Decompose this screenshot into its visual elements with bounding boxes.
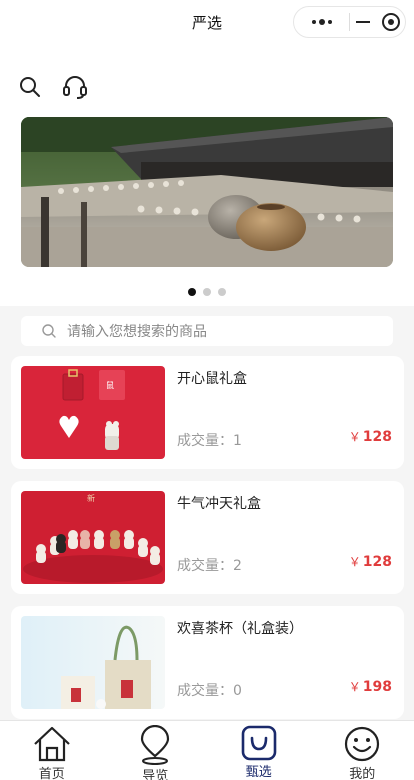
svg-text:新: 新 [87, 493, 95, 503]
more-dots-icon [311, 19, 332, 25]
location-pin-icon [135, 725, 175, 765]
search-placeholder: 请输入您想搜索的商品 [67, 324, 207, 340]
headset-icon [63, 76, 87, 99]
tab-label: 甄选 [245, 765, 272, 780]
product-card[interactable]: 鼠 开心鼠礼盒 成交量：1 ￥ 128 [11, 356, 404, 469]
more-button[interactable] [294, 7, 349, 37]
tab-label: 我的 [349, 767, 376, 780]
product-card[interactable]: 新 牛气冲天礼盒 成交量：2 ￥ 128 [11, 481, 404, 594]
tab-label: 导览 [142, 769, 169, 780]
home-icon [32, 725, 72, 763]
tab-label: 首页 [38, 767, 65, 780]
product-image [21, 616, 165, 709]
tab-select[interactable]: 甄选 [207, 721, 311, 780]
header-section [0, 44, 414, 306]
product-sales: 成交量：1 [177, 433, 242, 449]
page-title: 严选 [191, 13, 222, 32]
shopping-bag-icon [239, 725, 279, 761]
product-sales: 成交量：0 [177, 683, 242, 699]
product-price: ￥ 198 [348, 679, 392, 695]
target-circle-icon [381, 13, 400, 31]
product-card[interactable]: 欢喜茶杯（礼盒装） 成交量：0 ￥ 198 [11, 606, 404, 719]
search-icon [42, 324, 56, 338]
tab-guide[interactable]: 导览 [104, 721, 208, 780]
minus-icon [355, 21, 370, 23]
smiley-face-icon [342, 725, 382, 763]
product-price: ￥ 128 [348, 429, 392, 445]
product-sales: 成交量：2 [177, 558, 242, 574]
indicator-dot[interactable] [188, 288, 196, 296]
tab-bar: 首页 导览 甄选 我的 [0, 720, 414, 780]
product-image: 新 [21, 491, 165, 584]
tab-mine[interactable]: 我的 [311, 721, 414, 780]
close-button[interactable] [350, 7, 405, 37]
search-icon [20, 77, 40, 97]
banner-image[interactable] [21, 117, 393, 267]
search-input[interactable]: 请输入您想搜索的商品 [21, 316, 393, 346]
product-name: 开心鼠礼盒 [177, 371, 247, 387]
product-image: 鼠 [21, 366, 165, 459]
customer-service-button[interactable] [60, 72, 90, 102]
indicator-dot[interactable] [218, 288, 226, 296]
product-price: ￥ 128 [348, 554, 392, 570]
svg-text:鼠: 鼠 [106, 381, 114, 390]
navigation-bar: 严选 [0, 0, 414, 44]
banner-indicator [0, 288, 414, 296]
tab-home[interactable]: 首页 [0, 721, 104, 780]
mini-program-capsule [293, 6, 406, 38]
indicator-dot[interactable] [203, 288, 211, 296]
product-name: 牛气冲天礼盒 [177, 496, 261, 512]
product-name: 欢喜茶杯（礼盒装） [177, 621, 303, 637]
search-button[interactable] [15, 72, 45, 102]
